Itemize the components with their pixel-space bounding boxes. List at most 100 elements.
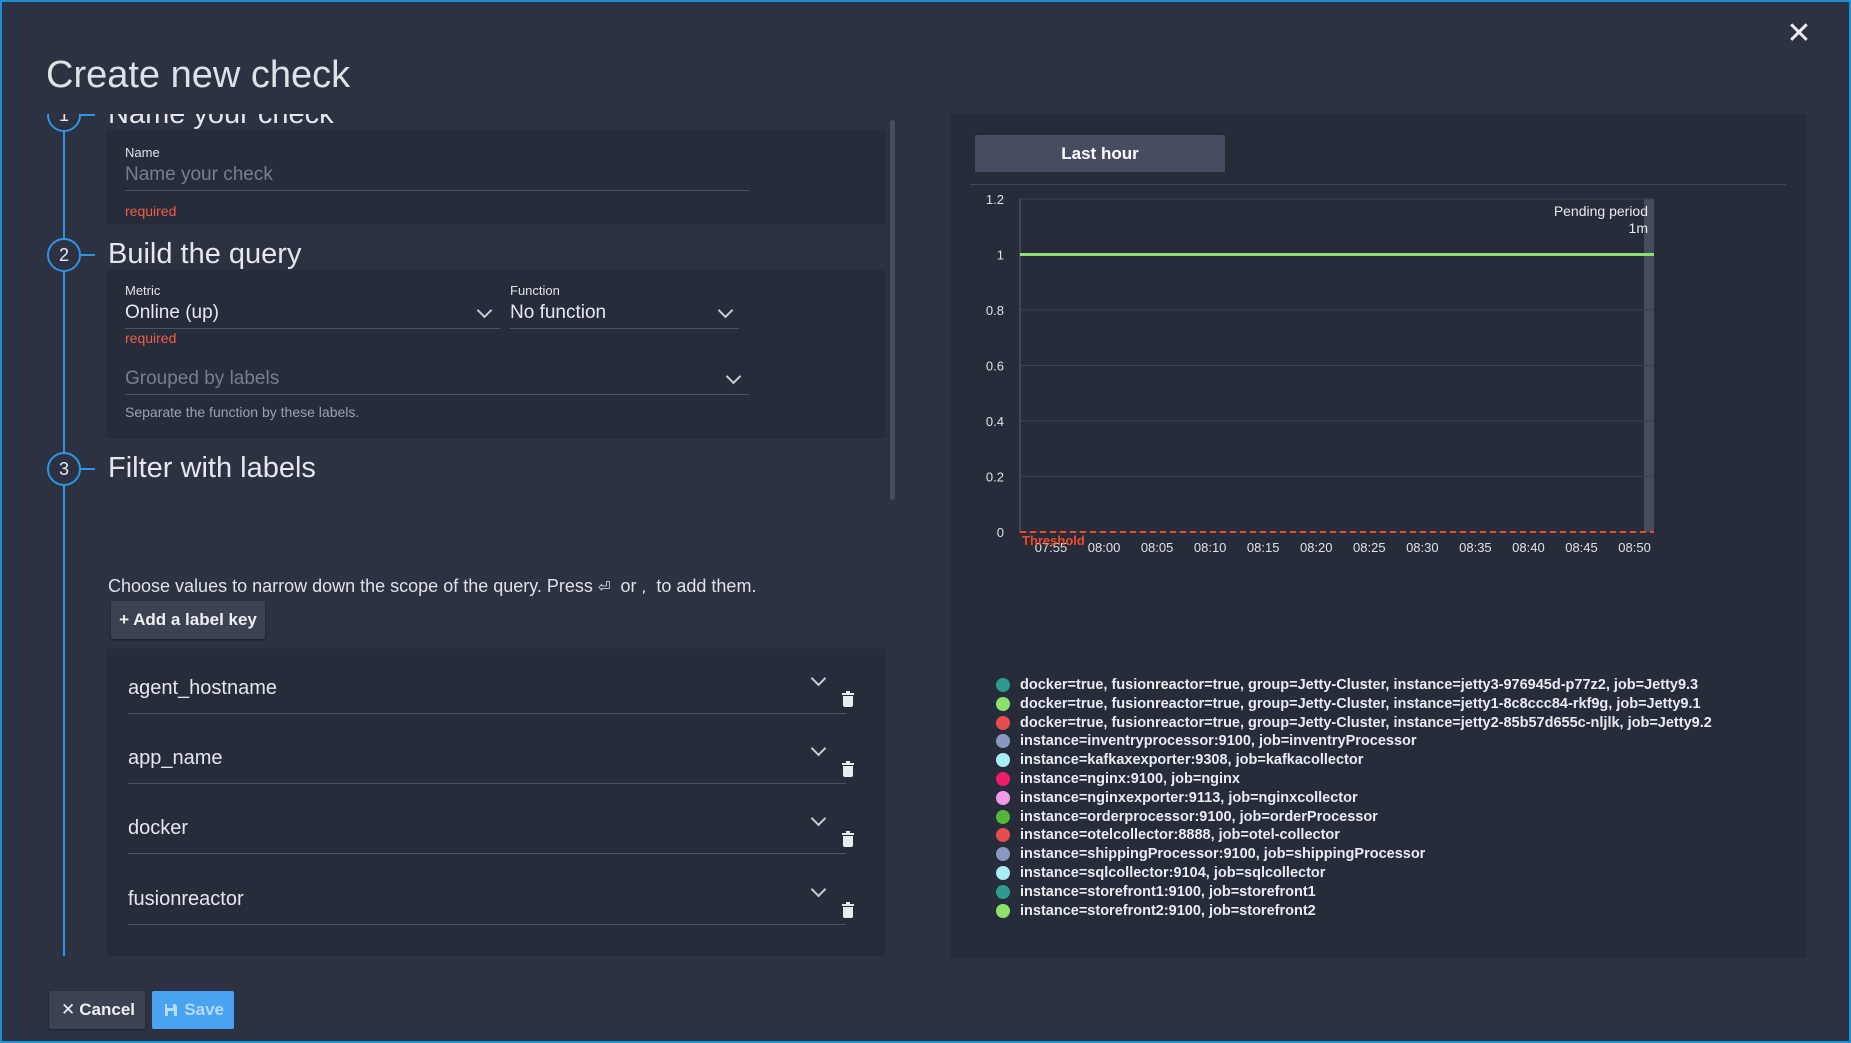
- label-key-name: docker: [128, 817, 189, 839]
- create-check-dialog: ✕ Create new check 1 Name your check Nam…: [0, 0, 1851, 1043]
- y-tick-label: 0.6: [986, 359, 1004, 374]
- function-select[interactable]: No function: [510, 298, 739, 329]
- legend-label: instance=storefront1:9100, job=storefron…: [1020, 883, 1316, 900]
- legend-item[interactable]: instance=storefront1:9100, job=storefron…: [996, 883, 1712, 902]
- legend-color-dot: [996, 734, 1010, 749]
- label-row-app-name[interactable]: app_name: [128, 727, 846, 784]
- step-1-title: Name your check: [108, 114, 334, 130]
- legend-color-dot: [996, 771, 1010, 786]
- legend-item[interactable]: instance=shippingProcessor:9100, job=shi…: [996, 845, 1712, 864]
- time-range-button[interactable]: Last hour: [975, 135, 1225, 172]
- chevron-down-icon[interactable]: [810, 670, 827, 687]
- chevron-down-icon[interactable]: [810, 810, 827, 827]
- legend-label: docker=true, fusionreactor=true, group=J…: [1020, 695, 1701, 712]
- chart-legend: docker=true, fusionreactor=true, group=J…: [996, 676, 1712, 920]
- chevron-down-icon: [725, 368, 742, 385]
- legend-item[interactable]: docker=true, fusionreactor=true, group=J…: [996, 695, 1712, 714]
- trash-icon[interactable]: [842, 691, 854, 708]
- step-3-number: 3: [47, 452, 81, 486]
- label-row-fusionreactor[interactable]: fusionreactor: [128, 868, 846, 925]
- cancel-button-label: Cancel: [79, 1000, 135, 1019]
- floppy-disk-icon: [164, 991, 178, 1031]
- filter-description-text: Choose values to narrow down the scope o…: [108, 576, 593, 596]
- name-card: Name Name your check required: [108, 130, 884, 222]
- legend-item[interactable]: instance=sqlcollector:9104, job=sqlcolle…: [996, 864, 1712, 883]
- legend-color-dot: [996, 865, 1010, 880]
- metric-required-text: required: [125, 330, 177, 346]
- trash-icon[interactable]: [842, 761, 854, 778]
- label-row-agent-hostname[interactable]: agent_hostname: [128, 657, 846, 714]
- query-card: Metric Online (up) required Function No …: [108, 270, 884, 436]
- x-tick-label: 08:45: [1565, 540, 1598, 555]
- form-scrollbar[interactable]: [890, 120, 895, 500]
- legend-label: instance=shippingProcessor:9100, job=shi…: [1020, 846, 1426, 863]
- legend-item[interactable]: instance=orderprocessor:9100, job=orderP…: [996, 808, 1712, 827]
- enter-key-icon: ⏎: [597, 578, 611, 596]
- save-button-label: Save: [184, 1000, 224, 1019]
- y-tick-label: 1.2: [986, 192, 1004, 207]
- trash-icon[interactable]: [842, 831, 854, 848]
- legend-label: instance=sqlcollector:9104, job=sqlcolle…: [1020, 864, 1326, 881]
- grouped-by-labels-select[interactable]: Grouped by labels: [125, 364, 749, 395]
- step-1-number: 1: [47, 114, 81, 132]
- legend-color-dot: [996, 715, 1010, 730]
- metric-select-value: Online (up): [125, 302, 219, 323]
- legend-label: instance=otelcollector:8888, job=otel-co…: [1020, 827, 1340, 844]
- comma-key: ,: [641, 578, 647, 596]
- x-tick-label: 08:25: [1353, 540, 1386, 555]
- form-panel: 1 Name your check Name Name your check r…: [42, 114, 902, 956]
- name-field-label: Name: [125, 145, 160, 160]
- legend-item[interactable]: docker=true, fusionreactor=true, group=J…: [996, 676, 1712, 695]
- name-input[interactable]: Name your check: [125, 160, 749, 191]
- metric-select[interactable]: Online (up): [125, 298, 500, 329]
- x-tick-label: 08:35: [1459, 540, 1492, 555]
- legend-item[interactable]: instance=kafkaxexporter:9308, job=kafkac…: [996, 751, 1712, 770]
- y-tick-label: 0.8: [986, 303, 1004, 318]
- x-tick-label: 08:20: [1300, 540, 1333, 555]
- legend-item[interactable]: instance=storefront2:9100, job=storefron…: [996, 902, 1712, 921]
- cancel-button[interactable]: ✕ Cancel: [49, 991, 145, 1029]
- step-1-connector: [81, 114, 95, 116]
- legend-label: instance=nginx:9100, job=nginx: [1020, 770, 1240, 787]
- step-3-title: Filter with labels: [108, 452, 316, 484]
- label-key-name: app_name: [128, 747, 223, 769]
- pending-period-value: 1m: [1629, 220, 1648, 236]
- legend-item[interactable]: instance=nginx:9100, job=nginx: [996, 770, 1712, 789]
- filter-description: Choose values to narrow down the scope o…: [108, 576, 756, 597]
- metric-field-label: Metric: [125, 283, 161, 298]
- legend-label: docker=true, fusionreactor=true, group=J…: [1020, 677, 1699, 693]
- label-row-docker[interactable]: docker: [128, 797, 846, 854]
- x-tick-label: 08:30: [1406, 540, 1439, 555]
- legend-label: instance=storefront2:9100, job=storefron…: [1020, 902, 1316, 919]
- legend-color-dot: [996, 753, 1010, 768]
- step-3-connector: [81, 468, 95, 470]
- legend-item[interactable]: instance=otelcollector:8888, job=otel-co…: [996, 826, 1712, 845]
- add-label-key-button[interactable]: + Add a label key: [111, 601, 265, 639]
- legend-item[interactable]: instance=nginxexporter:9113, job=nginxco…: [996, 789, 1712, 808]
- legend-color-dot: [996, 678, 1010, 692]
- label-key-name: fusionreactor: [128, 888, 244, 910]
- save-button[interactable]: Save: [152, 991, 234, 1029]
- close-icon[interactable]: ✕: [1785, 19, 1813, 49]
- filter-or-text: or: [620, 576, 637, 596]
- chevron-down-icon[interactable]: [810, 740, 827, 757]
- legend-item[interactable]: instance=inventryprocessor:9100, job=inv…: [996, 732, 1712, 751]
- legend-label: instance=orderprocessor:9100, job=orderP…: [1020, 808, 1378, 825]
- label-key-name: agent_hostname: [128, 677, 278, 699]
- trash-icon[interactable]: [842, 902, 854, 919]
- legend-color-dot: [996, 790, 1010, 805]
- legend-color-dot: [996, 884, 1010, 899]
- chevron-down-icon[interactable]: [810, 881, 827, 898]
- legend-item[interactable]: docker=true, fusionreactor=true, group=J…: [996, 714, 1712, 733]
- chevron-down-icon: [476, 302, 493, 319]
- legend-color-dot: [996, 809, 1010, 824]
- preview-panel: Last hour 0 0.2 0.4 0.6 0.8 1 1.2 07:55 08:00 08:…: [950, 114, 1806, 958]
- step-2-number: 2: [47, 238, 81, 272]
- label-filter-card: agent_hostname app_name docker fusionrea…: [108, 649, 884, 956]
- step-2-title: Build the query: [108, 238, 302, 270]
- legend-color-dot: [996, 828, 1010, 843]
- grouped-by-hint: Separate the function by these labels.: [125, 404, 360, 420]
- grouped-by-labels-placeholder: Grouped by labels: [125, 368, 280, 389]
- legend-label: docker=true, fusionreactor=true, group=J…: [1020, 714, 1712, 731]
- y-tick-label: 0.4: [986, 414, 1004, 429]
